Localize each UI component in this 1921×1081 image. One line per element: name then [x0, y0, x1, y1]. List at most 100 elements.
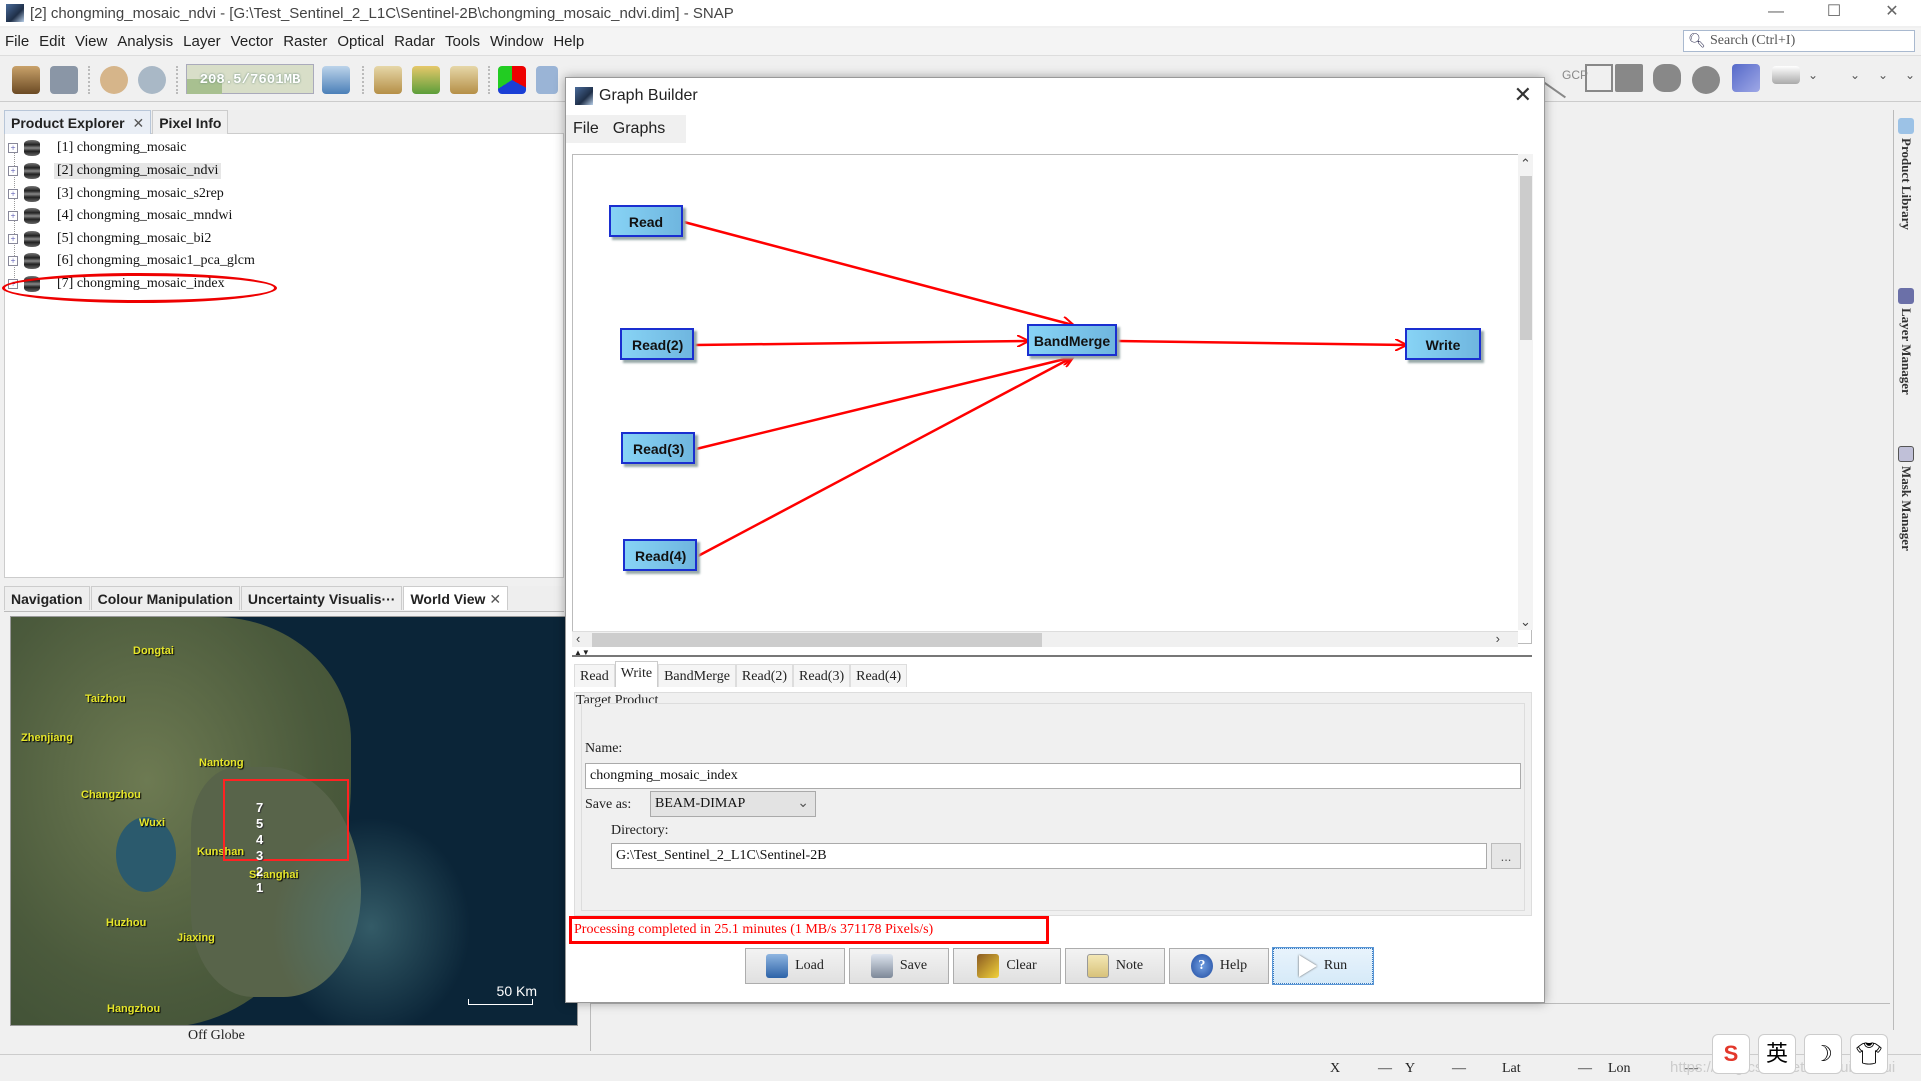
- rgb-icon[interactable]: [498, 66, 526, 94]
- product-marker[interactable]: 4: [256, 832, 263, 847]
- menu-file[interactable]: File: [0, 33, 34, 50]
- search-input[interactable]: 🔍︎ Search (Ctrl+I): [1683, 30, 1915, 52]
- graph-node-bandmerge[interactable]: BandMerge: [1027, 324, 1117, 356]
- menu-layer[interactable]: Layer: [178, 33, 226, 50]
- chevron-down-icon[interactable]: ⌄: [1878, 68, 1888, 82]
- graph-vertical-scrollbar[interactable]: ⌃ ⌄: [1518, 154, 1533, 630]
- scroll-thumb[interactable]: [592, 633, 1042, 647]
- vector-tool-icon[interactable]: [1732, 64, 1760, 92]
- graph-node-read[interactable]: Read: [609, 205, 683, 237]
- menu-graphs[interactable]: Graphs: [606, 120, 672, 138]
- polygon-tool-icon[interactable]: [1653, 64, 1681, 92]
- tab-write[interactable]: Write: [614, 661, 659, 687]
- load-button[interactable]: Load: [745, 948, 845, 984]
- tab-product-explorer[interactable]: Product Explorer ✕: [4, 110, 152, 134]
- expand-icon[interactable]: +: [8, 256, 18, 266]
- graph-node-read-2[interactable]: Read(2): [620, 328, 694, 360]
- export-icon[interactable]: [450, 66, 478, 94]
- note-button[interactable]: Note: [1065, 948, 1165, 984]
- tab-pixel-info[interactable]: Pixel Info: [152, 110, 229, 134]
- world-view-map[interactable]: Dongtai Taizhou Zhenjiang Nantong Changz…: [10, 616, 578, 1026]
- dialog-close-button[interactable]: ✕: [1514, 82, 1532, 108]
- close-button[interactable]: ✕: [1863, 0, 1921, 26]
- rect-draw-icon[interactable]: [1615, 64, 1643, 92]
- chevron-down-icon[interactable]: ⌄: [1905, 68, 1915, 82]
- menu-raster[interactable]: Raster: [278, 33, 332, 50]
- tab-read[interactable]: Read: [574, 664, 615, 687]
- save-button[interactable]: Save: [849, 948, 949, 984]
- menu-help[interactable]: Help: [548, 33, 589, 50]
- menu-optical[interactable]: Optical: [332, 33, 389, 50]
- product-item[interactable]: + [4] chongming_mosaic_mndwi: [8, 206, 235, 226]
- import-icon[interactable]: [412, 66, 440, 94]
- product-marker[interactable]: 3: [256, 848, 263, 863]
- tab-read-3[interactable]: Read(3): [793, 664, 851, 687]
- product-marker[interactable]: 7: [256, 800, 263, 815]
- range-finder-icon[interactable]: [1772, 66, 1800, 84]
- directory-input[interactable]: G:\Test_Sentinel_2_L1C\Sentinel-2B: [611, 843, 1487, 869]
- scroll-thumb[interactable]: [1520, 176, 1532, 340]
- run-button[interactable]: Run: [1272, 947, 1374, 985]
- chevron-down-icon[interactable]: ⌄: [1808, 68, 1818, 82]
- tab-read-2[interactable]: Read(2): [735, 664, 794, 687]
- menu-vector[interactable]: Vector: [226, 33, 279, 50]
- scroll-right-icon[interactable]: ›: [1496, 631, 1500, 646]
- graph-canvas[interactable]: Read Read(2) Read(3) Read(4) BandMerge W…: [572, 154, 1532, 644]
- gc-icon[interactable]: [322, 66, 350, 94]
- menu-view[interactable]: View: [70, 33, 112, 50]
- expand-icon[interactable]: +: [8, 211, 18, 221]
- product-marker[interactable]: 2: [256, 864, 263, 879]
- target-name-input[interactable]: chongming_mosaic_index: [585, 763, 1521, 789]
- scroll-left-icon[interactable]: ‹: [576, 631, 580, 646]
- graph-horizontal-scrollbar[interactable]: ‹ ›: [572, 631, 1518, 647]
- split-pane-divider[interactable]: [572, 655, 1532, 657]
- expand-icon[interactable]: +: [8, 189, 18, 199]
- tab-colour-manipulation[interactable]: Colour Manipulation: [90, 586, 240, 610]
- new-product-icon[interactable]: [374, 66, 402, 94]
- menu-tools[interactable]: Tools: [440, 33, 485, 50]
- skin-shirt-icon[interactable]: 👕︎: [1850, 1034, 1888, 1074]
- tab-navigation[interactable]: Navigation: [4, 586, 90, 610]
- product-item[interactable]: + [1] chongming_mosaic: [8, 138, 189, 158]
- polyline-tool-icon[interactable]: [1585, 64, 1613, 92]
- product-item[interactable]: + [6] chongming_mosaic1_pca_glcm: [8, 251, 258, 271]
- tab-uncertainty-visualisation[interactable]: Uncertainty Visualis···: [240, 586, 403, 610]
- moon-icon[interactable]: ☽: [1804, 1034, 1842, 1074]
- windows-icon[interactable]: [536, 66, 558, 94]
- scroll-down-icon[interactable]: ⌄: [1520, 614, 1531, 630]
- product-item[interactable]: + [5] chongming_mosaic_bi2: [8, 229, 214, 249]
- memory-indicator[interactable]: 208.5/7601MB: [186, 64, 314, 94]
- menu-analysis[interactable]: Analysis: [112, 33, 178, 50]
- product-item[interactable]: + [3] chongming_mosaic_s2rep: [8, 184, 227, 204]
- expand-icon[interactable]: +: [8, 166, 18, 176]
- close-icon[interactable]: ✕: [132, 115, 144, 131]
- redo-icon[interactable]: [138, 66, 166, 94]
- tab-world-view[interactable]: World View ✕: [403, 586, 509, 610]
- side-tab-layer-manager[interactable]: Layer Manager: [1898, 288, 1914, 395]
- save-product-icon[interactable]: [50, 66, 78, 94]
- clear-button[interactable]: Clear: [953, 948, 1061, 984]
- side-tab-product-library[interactable]: Product Library: [1898, 118, 1914, 230]
- menu-window[interactable]: Window: [485, 33, 548, 50]
- side-tab-mask-manager[interactable]: Mask Manager: [1898, 446, 1914, 551]
- open-product-icon[interactable]: [12, 66, 40, 94]
- product-item[interactable]: + [2] chongming_mosaic_ndvi: [8, 161, 222, 181]
- expand-icon[interactable]: +: [8, 143, 18, 153]
- tab-read-4[interactable]: Read(4): [850, 664, 908, 687]
- maximize-button[interactable]: ☐: [1805, 0, 1863, 26]
- ime-language-toggle[interactable]: 英: [1758, 1034, 1796, 1074]
- help-button[interactable]: ? Help: [1169, 948, 1269, 984]
- save-as-format-select[interactable]: BEAM-DIMAP ⌄: [650, 791, 816, 817]
- chevron-down-icon[interactable]: ⌄: [1850, 68, 1860, 82]
- menu-edit[interactable]: Edit: [34, 33, 70, 50]
- close-icon[interactable]: ✕: [489, 591, 501, 607]
- sogou-ime-icon[interactable]: S: [1712, 1034, 1750, 1074]
- menu-radar[interactable]: Radar: [389, 33, 440, 50]
- scroll-up-icon[interactable]: ⌃: [1520, 156, 1531, 172]
- undo-icon[interactable]: [100, 66, 128, 94]
- graph-node-read-4[interactable]: Read(4): [623, 539, 697, 571]
- menu-file[interactable]: File: [566, 120, 606, 138]
- ellipse-tool-icon[interactable]: [1692, 66, 1720, 94]
- graph-node-write[interactable]: Write: [1405, 328, 1481, 360]
- product-marker[interactable]: 1: [256, 880, 263, 895]
